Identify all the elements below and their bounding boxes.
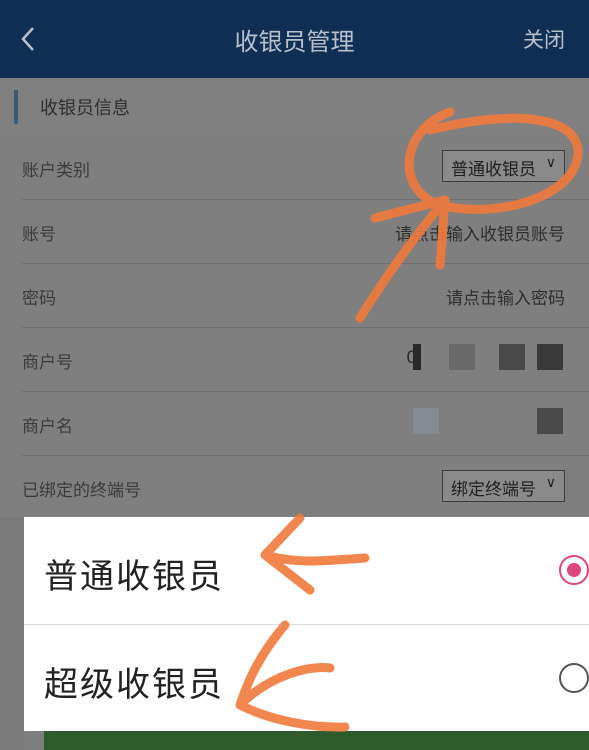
option-normal-cashier[interactable]: 普通收银员: [24, 517, 589, 624]
masked-value: [413, 408, 563, 436]
row-label: 已绑定的终端号: [22, 481, 141, 501]
section-title: 收银员信息: [40, 98, 130, 119]
option-super-cashier[interactable]: 超级收银员: [24, 625, 589, 732]
navbar: 收银员管理 关闭: [0, 0, 589, 78]
row-label: 账户类别: [22, 161, 90, 181]
backdrop-edge: [0, 517, 24, 750]
page-title: 收银员管理: [234, 28, 355, 56]
form-row-merchant-name: 商户名: [0, 392, 589, 456]
select-value: 绑定终端号: [451, 480, 536, 500]
masked-value: [413, 344, 563, 372]
section-header: 收银员信息: [0, 78, 589, 134]
chevron-down-icon: ∨: [545, 155, 556, 171]
form-row-merchant-number: 商户号 0: [0, 328, 589, 392]
row-label: 密码: [22, 289, 56, 309]
radio-selected-icon[interactable]: [559, 555, 589, 585]
account-input[interactable]: 请点击输入收银员账号: [395, 220, 565, 245]
form-row-account[interactable]: 账号 请点击输入收银员账号: [0, 200, 589, 264]
radio-unselected-icon[interactable]: [559, 663, 589, 693]
row-label: 商户号: [22, 353, 73, 373]
password-input[interactable]: 请点击输入密码: [446, 284, 565, 309]
form-row-password[interactable]: 密码 请点击输入密码: [0, 264, 589, 328]
account-type-picker: 普通收银员 超级收银员: [24, 517, 589, 731]
close-button[interactable]: 关闭: [523, 24, 565, 54]
bind-terminal-select[interactable]: 绑定终端号 ∨: [442, 470, 565, 502]
option-label: 普通收银员: [44, 557, 224, 597]
section-accent-bar: [14, 90, 18, 124]
form-row-bound-terminal[interactable]: 已绑定的终端号 绑定终端号 ∨: [0, 456, 589, 520]
select-value: 普通收银员: [451, 160, 536, 180]
row-label: 账号: [22, 225, 56, 245]
submit-button[interactable]: [44, 731, 589, 750]
account-type-select[interactable]: 普通收银员 ∨: [442, 150, 565, 182]
option-label: 超级收银员: [44, 665, 224, 705]
chevron-down-icon: ∨: [545, 475, 556, 491]
row-label: 商户名: [22, 417, 73, 437]
form-row-account-type[interactable]: 账户类别 普通收银员 ∨: [0, 136, 589, 200]
